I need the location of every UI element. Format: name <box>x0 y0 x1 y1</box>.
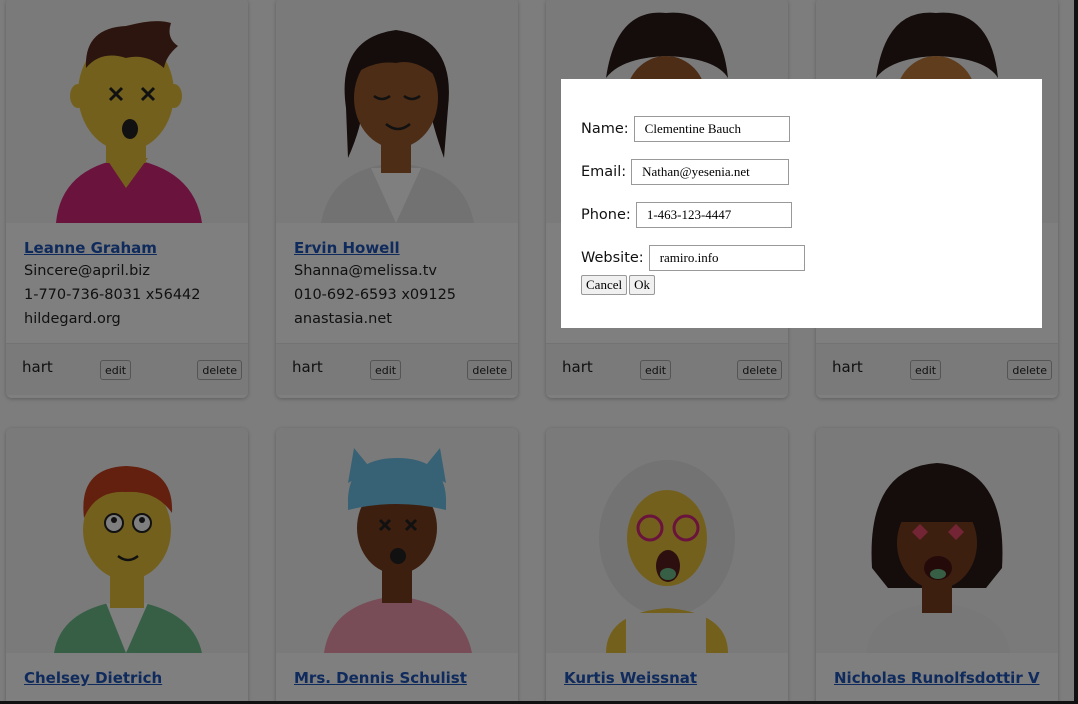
modal-actions: Cancel Ok <box>581 275 1042 295</box>
app-frame: Leanne Graham Sincere@april.biz 1-770-73… <box>0 0 1078 704</box>
name-row: Name: <box>581 115 1042 143</box>
email-row: Email: <box>581 158 1042 186</box>
edit-user-modal: Name: Email: Phone: Website: Cancel Ok <box>561 79 1042 328</box>
email-input[interactable] <box>631 159 790 185</box>
phone-row: Phone: <box>581 201 1042 229</box>
cancel-button[interactable]: Cancel <box>581 275 628 295</box>
phone-label: Phone: <box>581 207 631 223</box>
name-label: Name: <box>581 121 629 137</box>
ok-button[interactable]: Ok <box>629 275 655 295</box>
website-input[interactable] <box>648 245 805 271</box>
website-label: Website: <box>581 250 644 266</box>
email-label: Email: <box>581 164 627 180</box>
name-input[interactable] <box>633 116 790 142</box>
frame-edge-right <box>1074 0 1078 704</box>
website-row: Website: <box>581 244 1042 272</box>
phone-input[interactable] <box>635 202 792 228</box>
